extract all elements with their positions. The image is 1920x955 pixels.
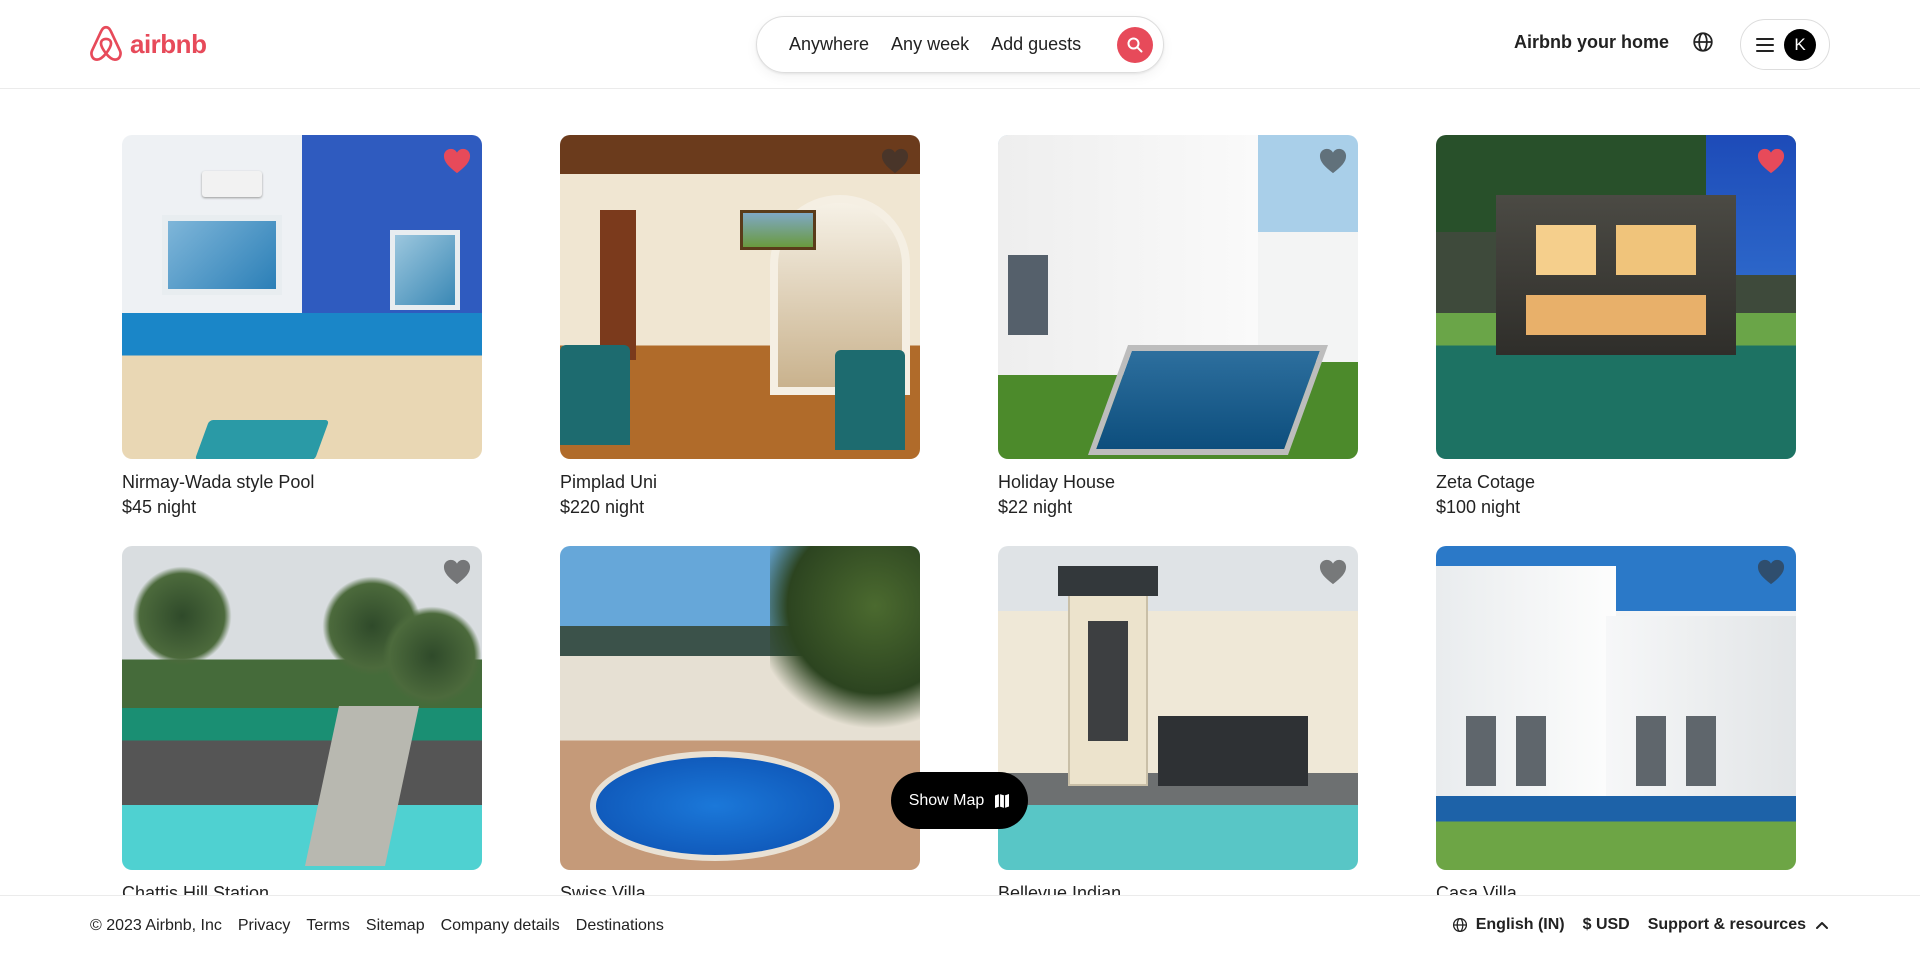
- listing-photo[interactable]: [998, 546, 1358, 870]
- user-menu-button[interactable]: K: [1740, 19, 1830, 70]
- listing-title: Pimplad Uni: [560, 472, 658, 492]
- search-anywhere[interactable]: Anywhere: [789, 34, 869, 55]
- heart-icon[interactable]: [1318, 147, 1348, 175]
- hamburger-icon: [1756, 37, 1774, 52]
- listing-photo[interactable]: [122, 546, 482, 870]
- airbnb-logo[interactable]: airbnb: [88, 25, 207, 63]
- heart-icon[interactable]: [442, 558, 472, 586]
- airbnb-logo-icon: [90, 25, 122, 61]
- listing-title: Nirmay-Wada style Pool: [122, 472, 315, 492]
- show-map-label: Show Map: [908, 791, 985, 809]
- footer-link-terms[interactable]: Terms: [306, 917, 350, 935]
- globe-icon: [1452, 917, 1467, 933]
- currency-selector[interactable]: $ USD: [1583, 916, 1630, 934]
- language-selector[interactable]: English (IN): [1452, 916, 1565, 934]
- support-label: Support & resources: [1647, 916, 1806, 933]
- listing-photo[interactable]: [1436, 546, 1796, 870]
- airbnb-wordmark: airbnb: [130, 28, 207, 59]
- language-label: English (IN): [1475, 916, 1565, 933]
- search-add-guests[interactable]: Add guests: [991, 34, 1081, 55]
- listing-card[interactable]: Nirmay-Wada style Pool $45 night: [122, 135, 482, 520]
- support-resources-toggle[interactable]: Support & resources: [1648, 916, 1830, 934]
- listing-photo[interactable]: [1436, 135, 1796, 459]
- listing-price: $220 night: [560, 497, 645, 517]
- listing-card[interactable]: Chattis Hill Station: [122, 546, 482, 907]
- map-icon: [995, 793, 1010, 808]
- currency-label: $ USD: [1582, 916, 1630, 933]
- listing-card[interactable]: Zeta Cotage $100 night: [1436, 135, 1796, 520]
- heart-icon[interactable]: [1756, 558, 1786, 586]
- footer: © 2023 Airbnb, Inc Privacy Terms Sitemap…: [0, 895, 1920, 955]
- chevron-up-icon: [1816, 922, 1828, 929]
- listing-card[interactable]: Casa Villa: [1436, 546, 1796, 907]
- listing-card[interactable]: Bellevue Indian: [998, 546, 1358, 907]
- listing-photo[interactable]: [560, 546, 920, 870]
- avatar: K: [1784, 28, 1816, 61]
- top-header: airbnb Anywhere Any week Add guests Airb…: [0, 0, 1920, 89]
- footer-link-destinations[interactable]: Destinations: [576, 917, 664, 935]
- listing-title: Holiday House: [998, 472, 1116, 492]
- search-icon: [1127, 37, 1143, 53]
- listing-photo[interactable]: [560, 135, 920, 459]
- airbnb-your-home-link[interactable]: Airbnb your home: [1514, 32, 1669, 53]
- listing-card[interactable]: Swiss Villa: [560, 546, 920, 907]
- footer-link-company-details[interactable]: Company details: [441, 917, 560, 935]
- listing-title: Zeta Cotage: [1436, 472, 1536, 492]
- footer-link-privacy[interactable]: Privacy: [238, 917, 290, 935]
- heart-icon[interactable]: [1318, 558, 1348, 586]
- listing-photo[interactable]: [122, 135, 482, 459]
- footer-links: © 2023 Airbnb, Inc Privacy Terms Sitemap…: [90, 917, 664, 935]
- footer-link-sitemap[interactable]: Sitemap: [366, 917, 425, 935]
- search-button[interactable]: [1117, 27, 1153, 63]
- footer-settings: English (IN) $ USD Support & resources: [1452, 916, 1830, 934]
- listing-card[interactable]: Pimplad Uni $220 night: [560, 135, 920, 520]
- listing-card[interactable]: Holiday House $22 night: [998, 135, 1358, 520]
- listing-price: $22 night: [998, 497, 1073, 517]
- show-map-button[interactable]: Show Map: [891, 772, 1028, 829]
- heart-icon[interactable]: [1756, 147, 1786, 175]
- heart-icon[interactable]: [880, 147, 910, 175]
- listing-price: $100 night: [1436, 497, 1521, 517]
- copyright: © 2023 Airbnb, Inc: [90, 917, 222, 934]
- search-bar[interactable]: Anywhere Any week Add guests: [756, 16, 1164, 73]
- listing-photo[interactable]: [998, 135, 1358, 459]
- listing-price: $45 night: [122, 497, 197, 517]
- search-any-week[interactable]: Any week: [891, 34, 969, 55]
- heart-icon[interactable]: [442, 147, 472, 175]
- globe-icon[interactable]: [1692, 31, 1714, 53]
